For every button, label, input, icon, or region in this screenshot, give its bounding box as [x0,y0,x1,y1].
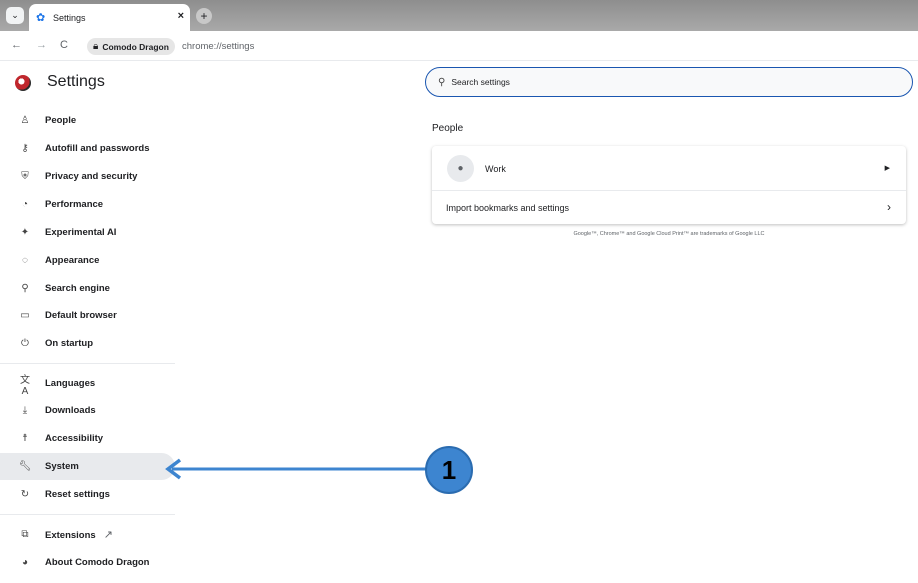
sidebar-item-label: Experimental AI [45,227,117,238]
tab-close-button[interactable]: × [178,10,184,22]
tab-settings[interactable]: ✿ Settings × [29,4,190,31]
sidebar-item-performance[interactable]: ◔ Performance [0,191,175,218]
sidebar-item-on-startup[interactable]: ⏻ On startup [0,330,175,357]
sidebar-item-label: System [45,461,79,472]
sidebar-item-label: About Comodo Dragon [45,557,150,568]
power-icon: ⏻ [21,338,29,349]
site-info-chip[interactable]: 🔒︎ Comodo Dragon [87,38,175,55]
sidebar-item-label: Reset settings [45,489,110,500]
search-input[interactable] [451,77,872,87]
shield-icon: ⛨ [21,171,29,182]
search-icon: ⚲ [21,283,29,294]
sidebar-item-privacy[interactable]: ⛨ Privacy and security [0,163,175,190]
tab-search-button[interactable]: ⌄ [6,7,24,24]
sidebar-item-about[interactable]: ◕ About Comodo Dragon [0,549,175,576]
translate-icon: 文A [20,374,30,397]
search-settings-box[interactable]: ⚲ [425,67,913,97]
sidebar-item-label: Accessibility [45,433,104,444]
import-bookmarks-label: Import bookmarks and settings [446,203,570,213]
sidebar-item-people[interactable]: ♙ People [0,107,175,134]
key-icon: ⚷ [21,143,29,154]
avatar: ● [447,155,474,182]
sidebar-item-downloads[interactable]: ⤓ Downloads [0,397,175,424]
sidebar-item-label: Privacy and security [45,171,138,182]
speedometer-icon: ◔ [21,199,29,210]
accessibility-icon: ☨ [22,433,28,444]
extensions-label: Extensions [45,530,96,541]
section-title-people: People [432,123,464,134]
step-number-badge: 1 [425,446,473,494]
sidebar-item-label: Search engine [45,283,110,294]
tab-strip: ⌄ ✿ Settings × + [0,0,918,31]
sidebar-item-label: People [45,115,77,126]
sidebar-item-reset-settings[interactable]: ↻ Reset settings [0,481,175,508]
trademark-footnote: Google™, Chrome™ and Google Cloud Print™… [573,231,765,237]
tab-title: Settings [53,12,86,23]
open-external-icon: ↗ [103,529,113,541]
dragon-logo-icon: ◕ [21,557,29,568]
sidebar-item-label: Default browser [45,310,117,321]
wrench-icon: 🔧︎ [18,461,32,472]
reset-icon: ↻ [20,489,30,500]
search-icon: ⚲ [438,76,446,88]
download-icon: ⤓ [22,405,28,416]
profile-row[interactable]: ● Work ▶ [432,146,906,191]
sidebar-item-search-engine[interactable]: ⚲ Search engine [0,275,175,302]
import-bookmarks-row[interactable]: Import bookmarks and settings › [432,191,906,224]
sidebar-item-extensions[interactable]: ⧉ Extensions ↗ [0,521,175,548]
site-name: Comodo Dragon [102,41,169,52]
palette-icon: ◌ [22,255,28,266]
arrow-right-icon: ▶ [884,165,890,172]
sidebar-divider [0,514,175,515]
sidebar-item-default-browser[interactable]: ▭ Default browser [0,302,175,329]
person-icon: ♙ [20,115,30,126]
chevron-right-icon: › [887,200,891,214]
sidebar-item-experimental-ai[interactable]: ✦ Experimental AI [0,219,175,246]
people-card: ● Work ▶ Import bookmarks and settings › [432,146,906,224]
sidebar-item-label: Extensions ↗ [45,528,113,541]
sidebar-item-label: On startup [45,338,94,349]
chevron-down-icon: ⌄ [11,10,19,20]
sidebar-item-label: Downloads [45,405,96,416]
sidebar-item-label: Autofill and passwords [45,143,150,154]
sidebar-item-label: Performance [45,199,104,210]
sidebar-divider [0,363,175,364]
page-title: Settings [47,73,105,90]
sidebar-item-languages[interactable]: 文A Languages [0,370,175,397]
sidebar-item-label: Appearance [45,255,100,266]
gear-icon: ✿ [36,12,46,24]
reload-icon[interactable]: C [60,39,68,51]
person-icon: ● [457,163,464,174]
browser-window-icon: ▭ [20,310,30,321]
dragon-logo-icon [15,75,31,91]
new-tab-button[interactable]: + [196,8,212,24]
annotation-arrow [165,458,428,480]
puzzle-icon: ⧉ [21,529,29,540]
sparkle-icon: ✦ [20,227,30,238]
sidebar-item-system[interactable]: 🔧︎ System [0,453,175,480]
lock-icon: 🔒︎ [93,41,99,52]
sidebar-item-accessibility[interactable]: ☨ Accessibility [0,425,175,452]
address-bar-url[interactable]: chrome://settings [182,41,254,52]
back-arrow-icon[interactable]: ← [11,39,22,51]
sidebar-item-autofill[interactable]: ⚷ Autofill and passwords [0,135,175,162]
profile-name: Work [485,164,506,174]
forward-arrow-icon[interactable]: → [36,39,47,51]
sidebar-item-label: Languages [45,378,96,389]
sidebar-item-appearance[interactable]: ◌ Appearance [0,247,175,274]
